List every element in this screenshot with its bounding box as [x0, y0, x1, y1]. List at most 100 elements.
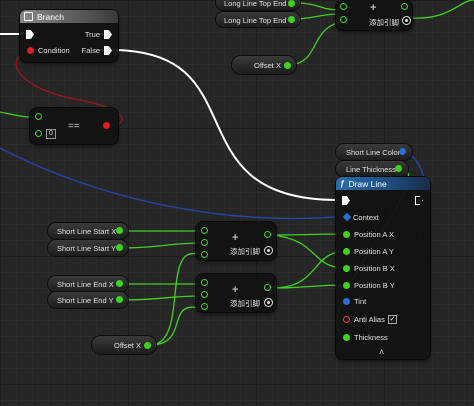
add-2-add-pin-label[interactable]: 添加引脚	[230, 298, 260, 309]
float-wire-5	[121, 295, 201, 301]
position-b-y-label: Position B Y	[354, 281, 395, 290]
equal-node[interactable]: == 0	[30, 108, 118, 144]
branch-exec-in-pin[interactable]	[26, 30, 34, 39]
equal-value-field[interactable]: 0	[46, 129, 56, 139]
function-icon: ƒ	[340, 179, 345, 188]
draw-line-exec-out-pin[interactable]	[415, 196, 423, 205]
context-label: Context	[353, 213, 379, 222]
offset-x-pin-top[interactable]	[284, 62, 291, 69]
draw-line-title: Draw Line	[348, 178, 387, 189]
branch-condition-pin[interactable]	[27, 47, 34, 54]
long-line-top-end-y-pin[interactable]	[288, 16, 295, 23]
position-a-x-pin[interactable]	[343, 231, 350, 238]
line-thickness-label: Line Thickness	[346, 165, 396, 174]
offset-x-node-top[interactable]: Offset X	[232, 56, 296, 74]
add-top-add-pin-label[interactable]: 添加引脚	[369, 17, 399, 28]
line-thickness-pin[interactable]	[395, 165, 402, 172]
line-thickness-node[interactable]: Line Thickness	[336, 161, 408, 177]
position-a-y-pin[interactable]	[343, 248, 350, 255]
equal-input-a-pin[interactable]	[35, 113, 42, 120]
float-wire-13	[291, 21, 341, 66]
add-2-output-pin[interactable]	[264, 284, 271, 291]
add-1-pin-c[interactable]	[201, 251, 208, 258]
offset-x-pin-bottom[interactable]	[144, 342, 151, 349]
short-line-color-label: Short Line Color	[346, 148, 401, 157]
branch-false-label: False	[81, 46, 100, 55]
position-a-x-label: Position A X	[354, 230, 395, 239]
short-line-color-pin[interactable]	[399, 148, 406, 155]
position-b-y-pin[interactable]	[343, 282, 350, 289]
add-top-output-pin[interactable]	[401, 3, 408, 10]
add-2-pin-a[interactable]	[201, 279, 208, 286]
short-line-end-y-node[interactable]: Short Line End Y	[48, 292, 128, 308]
short-line-end-x-label: Short Line End X	[57, 280, 114, 289]
branch-header[interactable]: Branch	[20, 10, 118, 23]
short-line-end-x-node[interactable]: Short Line End X	[48, 276, 128, 292]
add-node-1[interactable]: + 添加引脚	[196, 222, 276, 260]
long-line-top-end-x-node[interactable]: Long Line Top End X	[216, 0, 300, 10]
equal-input-b-pin[interactable]	[35, 130, 42, 137]
float-wire-9	[271, 250, 347, 289]
add-node-top[interactable]: + 添加引脚	[336, 0, 412, 30]
exec-wire-false	[111, 49, 339, 201]
float-wire-16	[411, 0, 474, 19]
add-1-add-pin-label[interactable]: 添加引脚	[230, 246, 260, 257]
short-line-color-node[interactable]: Short Line Color	[336, 144, 412, 160]
anti-alias-checkbox[interactable]: ✓	[388, 315, 397, 324]
long-line-top-end-x-pin[interactable]	[288, 0, 295, 7]
add-node-2[interactable]: + 添加引脚	[196, 274, 276, 312]
add-2-pin-c[interactable]	[201, 303, 208, 310]
offset-x-node-bottom[interactable]: Offset X	[92, 336, 156, 354]
add-1-pin-a[interactable]	[201, 227, 208, 234]
long-line-top-end-y-node[interactable]: Long Line Top End Y	[216, 12, 300, 27]
short-line-start-y-pin[interactable]	[116, 244, 123, 251]
float-wire-10	[271, 234, 347, 269]
short-line-start-x-pin[interactable]	[116, 227, 123, 234]
add-1-pin-b[interactable]	[201, 239, 208, 246]
float-wire-11	[271, 284, 347, 289]
expand-arrow-icon[interactable]: ˄	[379, 347, 384, 357]
anti-alias-label: Anti Alias	[354, 315, 385, 324]
add-top-pin-a[interactable]	[340, 3, 347, 10]
add-pin-icon[interactable]	[264, 298, 273, 307]
draw-line-exec-in-pin[interactable]	[342, 196, 350, 205]
add-pin-icon[interactable]	[402, 16, 411, 25]
position-a-y-label: Position A Y	[354, 247, 394, 256]
equal-operator: ==	[68, 121, 80, 132]
position-b-x-label: Position B X	[354, 264, 395, 273]
thickness-label: Thickness	[354, 333, 388, 342]
draw-line-header[interactable]: ƒ Draw Line	[336, 177, 430, 190]
short-line-end-y-label: Short Line End Y	[57, 296, 114, 305]
long-line-top-end-x-label: Long Line Top End X	[224, 0, 294, 8]
context-pin[interactable]	[342, 212, 352, 222]
add-top-pin-b[interactable]	[340, 16, 347, 23]
branch-false-pin[interactable]	[104, 46, 112, 55]
offset-x-label-top: Offset X	[254, 61, 281, 70]
float-wire-6	[149, 252, 201, 346]
struct-wire	[0, 147, 347, 220]
float-wire-7	[149, 306, 201, 346]
add-pin-icon[interactable]	[264, 246, 273, 255]
branch-true-label: True	[84, 30, 100, 39]
short-line-start-x-node[interactable]: Short Line Start X	[48, 223, 128, 239]
float-wire-3	[121, 242, 201, 249]
branch-icon	[24, 12, 33, 21]
short-line-end-y-pin[interactable]	[116, 296, 123, 303]
short-line-end-x-pin[interactable]	[116, 280, 123, 287]
tint-pin[interactable]	[343, 298, 350, 305]
add-2-pin-b[interactable]	[201, 291, 208, 298]
offset-x-label-bottom: Offset X	[114, 341, 141, 350]
thickness-pin[interactable]	[343, 334, 350, 341]
branch-true-pin[interactable]	[104, 30, 112, 39]
anti-alias-pin[interactable]	[343, 316, 350, 323]
plus-icon: +	[232, 284, 239, 296]
position-b-x-pin[interactable]	[343, 265, 350, 272]
float-wire-8	[271, 233, 347, 236]
branch-node[interactable]: Branch True Condition False	[20, 10, 118, 62]
short-line-start-y-node[interactable]: Short Line Start Y	[48, 240, 128, 256]
draw-line-node[interactable]: ƒ Draw Line Context Position A X Positio…	[336, 177, 430, 359]
add-1-output-pin[interactable]	[264, 231, 271, 238]
tint-label: Tint	[354, 297, 367, 306]
equal-output-pin[interactable]	[103, 122, 110, 129]
short-line-start-x-label: Short Line Start X	[57, 227, 117, 236]
